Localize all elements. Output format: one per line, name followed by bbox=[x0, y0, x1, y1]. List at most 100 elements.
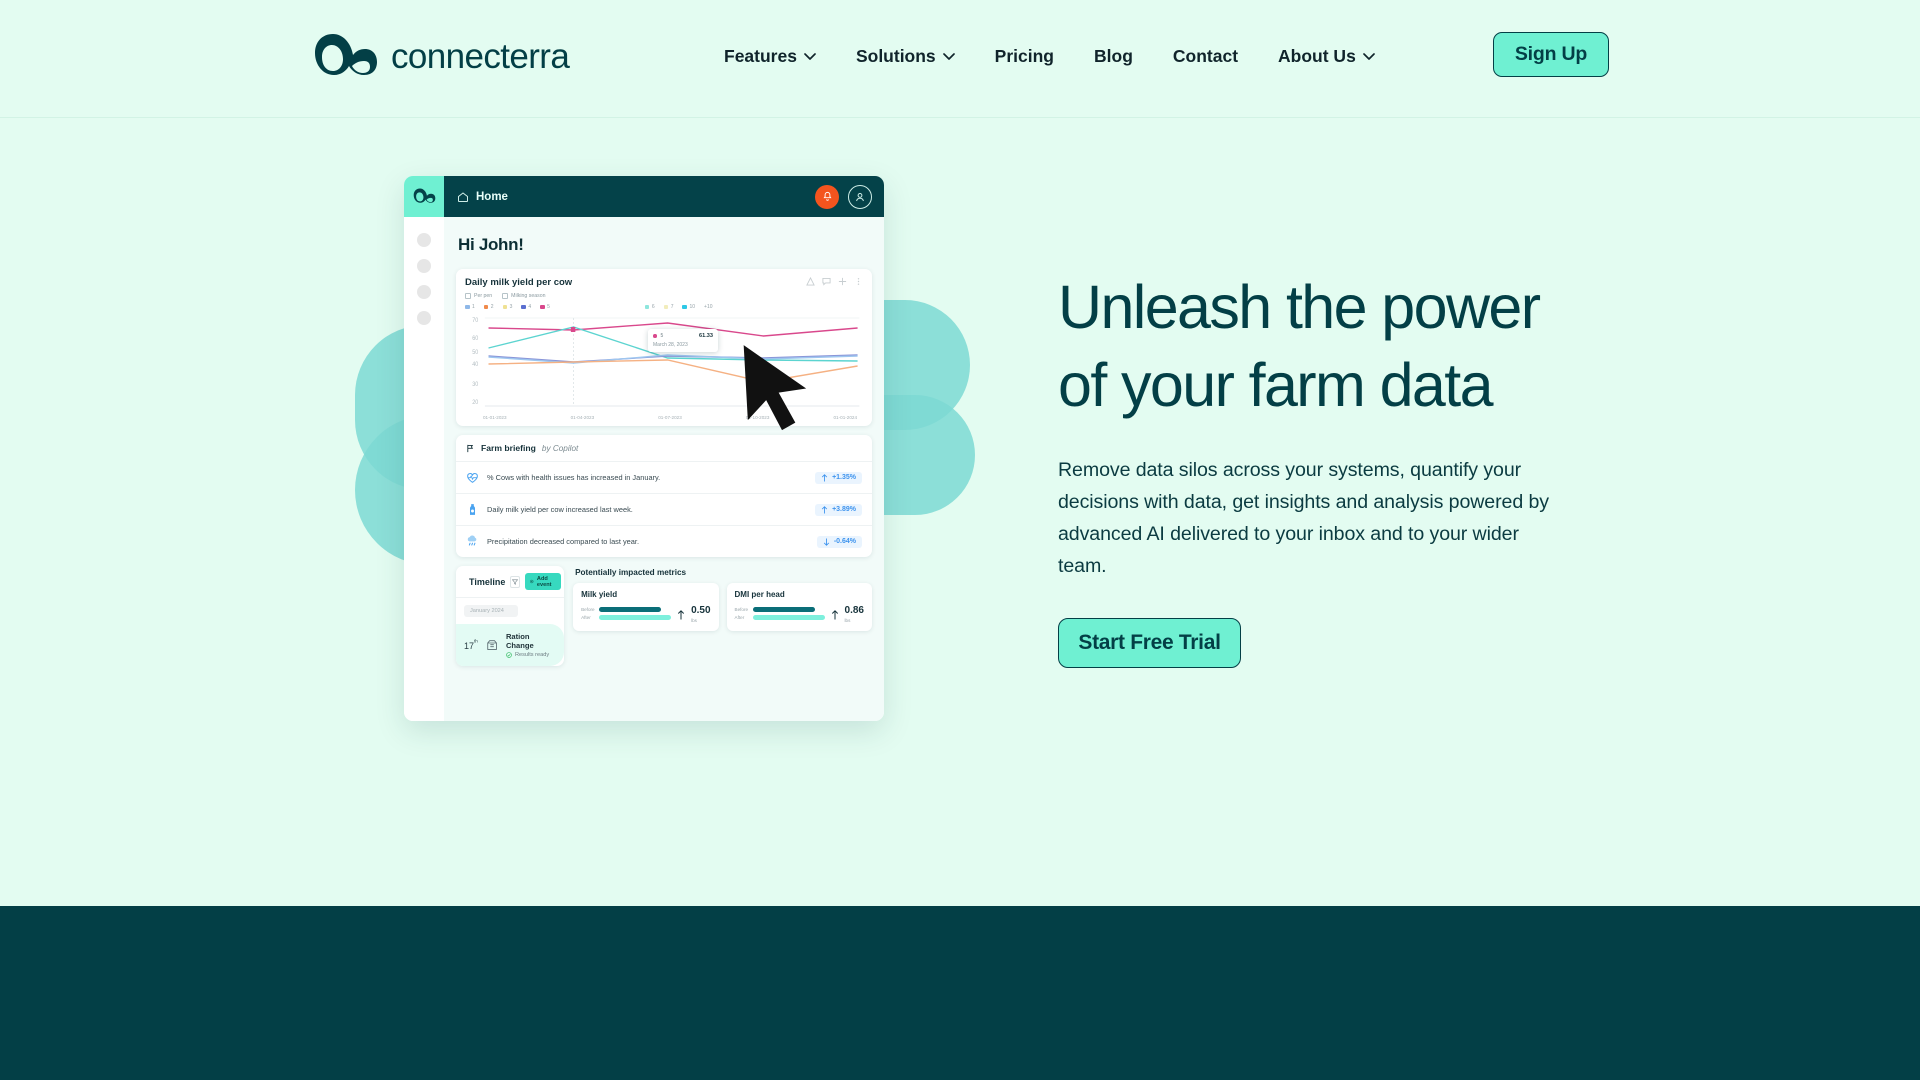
legend-item[interactable]: 2 bbox=[483, 304, 494, 310]
metric-value-block: 0.50 lbs bbox=[691, 606, 710, 624]
event-status: Results ready bbox=[506, 652, 556, 658]
nav-item-pricing[interactable]: Pricing bbox=[975, 46, 1074, 67]
greeting-heading: Hi John! bbox=[458, 235, 524, 254]
comment-icon[interactable] bbox=[822, 277, 831, 286]
nav-item-label: About Us bbox=[1278, 46, 1356, 66]
chart-legend: 1 2 3 4 5 6 7 10 +10 bbox=[465, 304, 863, 310]
legend-item[interactable]: 5 bbox=[540, 304, 550, 310]
event-status-label: Results ready bbox=[514, 652, 550, 658]
chart-card: Daily milk yield per cow Per pen Milking… bbox=[456, 269, 872, 431]
nav-item-solutions[interactable]: Solutions bbox=[836, 46, 975, 67]
filter-icon bbox=[512, 578, 519, 585]
tooltip-row: 5 61.33 bbox=[653, 333, 713, 339]
plus-circle-icon bbox=[530, 579, 534, 584]
milk-bottle-icon bbox=[469, 504, 476, 515]
timeline-title: Timeline bbox=[469, 576, 506, 587]
nav-item-about-us[interactable]: About Us bbox=[1258, 46, 1395, 67]
top-navigation-bar: connecterra Features Solutions Pricing B… bbox=[0, 0, 1920, 118]
legend-label: 1 bbox=[472, 304, 475, 310]
arrow-down-icon bbox=[823, 538, 829, 546]
legend-label: 5 bbox=[547, 304, 550, 310]
brand-logo-link[interactable]: connecterra bbox=[313, 30, 570, 84]
heartbeat-icon bbox=[467, 473, 478, 483]
before-bar bbox=[752, 606, 815, 612]
tooltip-value: 61.33 bbox=[699, 333, 713, 339]
breadcrumb[interactable]: Home bbox=[457, 191, 508, 203]
briefing-text: Daily milk yield per cow increased last … bbox=[487, 505, 633, 514]
app-body: Hi John! Daily milk yield per cow Per pe… bbox=[404, 217, 884, 721]
feed-bin-icon bbox=[487, 640, 497, 650]
chevron-down-icon bbox=[804, 53, 816, 60]
sidebar-item[interactable] bbox=[417, 259, 431, 273]
nav-item-label: Features bbox=[724, 46, 797, 66]
user-avatar-icon bbox=[856, 192, 864, 201]
app-logo[interactable] bbox=[404, 176, 444, 217]
farm-briefing-byline: by Copilot bbox=[541, 443, 579, 453]
metric-bars: Before After bbox=[581, 606, 672, 623]
more-options-icon[interactable] bbox=[854, 277, 863, 286]
metric-card[interactable]: DMI per head Before After 0.86 lbs bbox=[726, 583, 872, 631]
legend-label: 7 bbox=[670, 304, 674, 310]
x-tick: 01-01-2023 bbox=[483, 415, 507, 420]
metric-card[interactable]: Milk yield Before After 0.50 lbs bbox=[573, 583, 719, 631]
metric-body: Before After bbox=[734, 605, 864, 624]
before-label: Before bbox=[734, 606, 749, 612]
legend-item[interactable]: 4 bbox=[521, 304, 531, 310]
arrow-up-icon bbox=[821, 505, 828, 513]
sidebar-item[interactable] bbox=[417, 233, 431, 247]
legend-label: 3 bbox=[509, 304, 513, 310]
nav-item-label: Solutions bbox=[855, 46, 936, 66]
legend-item[interactable]: 3 bbox=[502, 304, 513, 310]
avatar[interactable] bbox=[848, 184, 872, 209]
metric-body: Before After bbox=[581, 606, 710, 624]
chart-control-per-pen[interactable]: Per pen bbox=[465, 293, 492, 299]
legend-item[interactable]: 1 bbox=[465, 304, 475, 310]
timeline-month-chip: January 2024 bbox=[464, 605, 518, 617]
home-icon bbox=[458, 191, 468, 202]
expand-icon[interactable] bbox=[838, 277, 847, 286]
metric-value: 0.86 bbox=[844, 605, 864, 616]
legend-item[interactable]: 7 bbox=[663, 304, 674, 310]
start-free-trial-button[interactable]: Start Free Trial bbox=[1058, 618, 1241, 668]
warning-icon[interactable] bbox=[806, 277, 815, 286]
before-bar bbox=[599, 606, 662, 612]
briefing-delta-badge: -0.64% bbox=[816, 535, 862, 548]
svg-text:20: 20 bbox=[472, 400, 478, 406]
nav-item-blog[interactable]: Blog bbox=[1074, 46, 1153, 67]
landing-page: connecterra Features Solutions Pricing B… bbox=[0, 0, 1920, 1080]
filter-button[interactable] bbox=[510, 575, 521, 588]
app-topbar: Home bbox=[404, 176, 884, 217]
briefing-row[interactable]: Daily milk yield per cow increased last … bbox=[456, 494, 872, 526]
legend-more-button[interactable]: +10 bbox=[704, 304, 712, 310]
app-sidebar bbox=[404, 217, 444, 721]
timeline-event[interactable]: 17th Ration Change Results ready bbox=[456, 624, 565, 666]
chart-control-label: Milking season bbox=[511, 293, 546, 299]
briefing-delta-badge: +1.35% bbox=[815, 471, 862, 484]
after-bar bbox=[752, 614, 825, 620]
tooltip-date: March 28, 2023 bbox=[653, 342, 688, 348]
notifications-button[interactable] bbox=[815, 184, 839, 209]
add-event-button[interactable]: Add event bbox=[525, 573, 561, 590]
hero-subtext: Remove data silos across your systems, q… bbox=[1058, 459, 1549, 577]
briefing-row[interactable]: % Cows with health issues has increased … bbox=[456, 462, 872, 494]
sidebar-item[interactable] bbox=[417, 285, 431, 299]
nav-item-contact[interactable]: Contact bbox=[1153, 46, 1258, 67]
metric-name: DMI per head bbox=[734, 590, 785, 599]
nav-item-label: Contact bbox=[1172, 46, 1239, 66]
svg-text:70: 70 bbox=[472, 318, 478, 324]
nav-item-features[interactable]: Features bbox=[704, 46, 836, 67]
chart-control-milking-season[interactable]: Milking season bbox=[502, 293, 545, 299]
event-day-suffix: th bbox=[474, 638, 478, 644]
legend-item[interactable]: 6 bbox=[644, 304, 655, 310]
metric-name: Milk yield bbox=[581, 590, 618, 599]
headline-line-1: Unleash the power bbox=[1058, 273, 1541, 341]
sign-up-button[interactable]: Sign Up bbox=[1493, 32, 1609, 77]
bottom-section: Timeline Add event January 2024 17th Rat… bbox=[456, 566, 872, 666]
check-circle-icon bbox=[506, 652, 512, 658]
briefing-row[interactable]: Precipitation decreased compared to last… bbox=[456, 526, 872, 557]
sidebar-item[interactable] bbox=[417, 311, 431, 325]
legend-more-label: +10 bbox=[704, 304, 713, 310]
chevron-down-icon bbox=[942, 53, 955, 60]
mouse-cursor-icon bbox=[743, 345, 807, 431]
legend-item[interactable]: 10 bbox=[682, 304, 695, 310]
